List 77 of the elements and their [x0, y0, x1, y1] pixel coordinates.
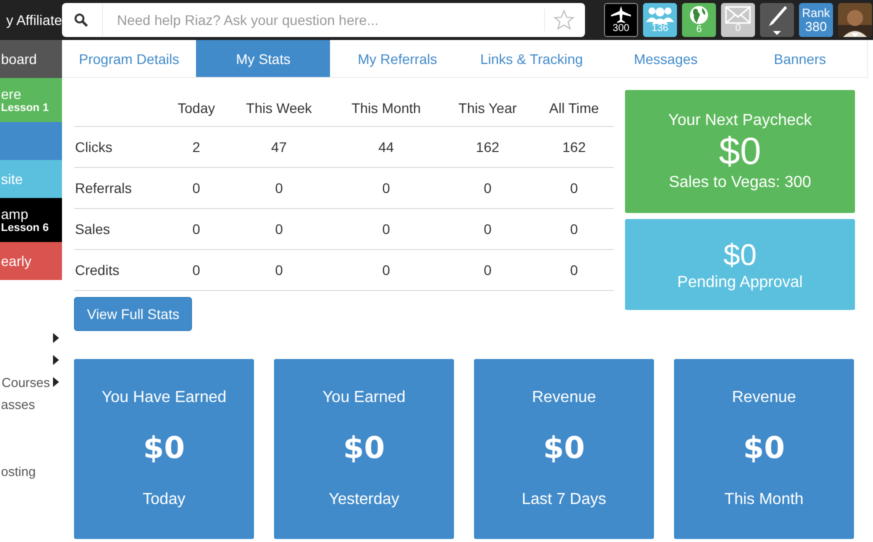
earnings-amount: $0: [143, 431, 185, 466]
people-button[interactable]: 136: [643, 3, 677, 37]
search-field[interactable]: Need help Riaz? Ask your question here...: [62, 3, 585, 37]
table-cell: 2: [192, 139, 200, 155]
submenu-arrow-icon[interactable]: [53, 355, 59, 365]
table-cell: 0: [382, 262, 390, 278]
card-title: Revenue: [532, 389, 596, 408]
menu-item[interactable]: osting: [1, 464, 36, 478]
sidebar-item[interactable]: site: [0, 160, 62, 198]
card-title: Revenue: [732, 389, 796, 408]
table-cell: 0: [382, 221, 390, 237]
submenu-arrow-icon[interactable]: [53, 377, 59, 387]
sidebar-item[interactable]: amp Lesson 6: [0, 198, 62, 242]
column-header: Today: [178, 100, 215, 116]
table-cell: 0: [275, 180, 283, 196]
sidebar-item[interactable]: ere Lesson 1: [0, 78, 62, 122]
pen-button[interactable]: [760, 3, 794, 37]
menu-item[interactable]: asses: [1, 396, 35, 412]
plane-icon: [610, 6, 632, 24]
table-cell: 0: [484, 262, 492, 278]
globe-icon: [689, 5, 709, 25]
table-cell: 0: [192, 180, 200, 196]
sidebar-item[interactable]: board: [0, 40, 62, 78]
count-label: 300: [612, 24, 630, 34]
table-cell: 0: [484, 221, 492, 237]
people-icon: [645, 6, 675, 24]
brand-name: y Affiliate: [5, 12, 62, 28]
row-label: Credits: [75, 262, 120, 278]
table-cell: 0: [192, 262, 200, 278]
rank-badge[interactable]: Rank 380: [799, 3, 833, 37]
paycheck-amount: $0: [718, 130, 762, 174]
table-cell: 0: [570, 221, 578, 237]
table-cell: 0: [382, 180, 390, 196]
period-label: This Month: [724, 490, 804, 509]
table-cell: 0: [570, 180, 578, 196]
earnings-amount: $0: [343, 431, 385, 466]
card-title: Your Next Paycheck: [668, 112, 812, 130]
table-cell: 0: [484, 180, 492, 196]
globe-button[interactable]: 6: [682, 3, 716, 37]
row-label: Sales: [75, 221, 110, 237]
period-label: Today: [142, 490, 186, 509]
table-cell: 44: [378, 139, 394, 155]
card-title: You Earned: [322, 389, 406, 408]
table-cell: 162: [562, 139, 586, 155]
view-full-stats-button[interactable]: View Full Stats: [74, 297, 192, 331]
card-note: Sales to Vegas: 300: [668, 174, 812, 192]
table-cell: 47: [271, 139, 287, 155]
sidebar-item[interactable]: early: [0, 242, 62, 280]
table-cell: 0: [570, 262, 578, 278]
column-header: This Week: [246, 100, 312, 116]
card-title: You Have Earned: [102, 389, 226, 408]
envelope-icon: [725, 6, 751, 24]
row-label: Referrals: [75, 180, 132, 196]
pending-amount: $0: [723, 238, 757, 274]
card-label: Pending Approval: [677, 274, 803, 292]
earnings-amount: $0: [743, 431, 785, 466]
count-label: 6: [696, 25, 702, 35]
search-icon: [74, 13, 88, 27]
period-label: Last 7 Days: [522, 490, 606, 509]
rank-label: Rank: [802, 6, 830, 20]
table-cell: 0: [275, 262, 283, 278]
column-header: This Month: [352, 100, 421, 116]
table-cell: 0: [192, 221, 200, 237]
row-label: Clicks: [75, 139, 112, 155]
table-cell: 0: [275, 221, 283, 237]
column-header: All Time: [549, 100, 599, 116]
count-label: 136: [652, 24, 668, 34]
count-label: 380: [805, 20, 827, 34]
submenu-arrow-icon[interactable]: [53, 333, 59, 343]
earnings-amount: $0: [543, 431, 585, 466]
star-icon[interactable]: [544, 9, 575, 31]
period-label: Yesterday: [328, 490, 400, 509]
menu-item[interactable]: Courses: [2, 374, 50, 390]
plane-button[interactable]: 300: [604, 3, 638, 37]
table-cell: 162: [476, 139, 500, 155]
tab[interactable]: My Stats: [196, 40, 330, 77]
column-header: This Year: [458, 100, 517, 116]
